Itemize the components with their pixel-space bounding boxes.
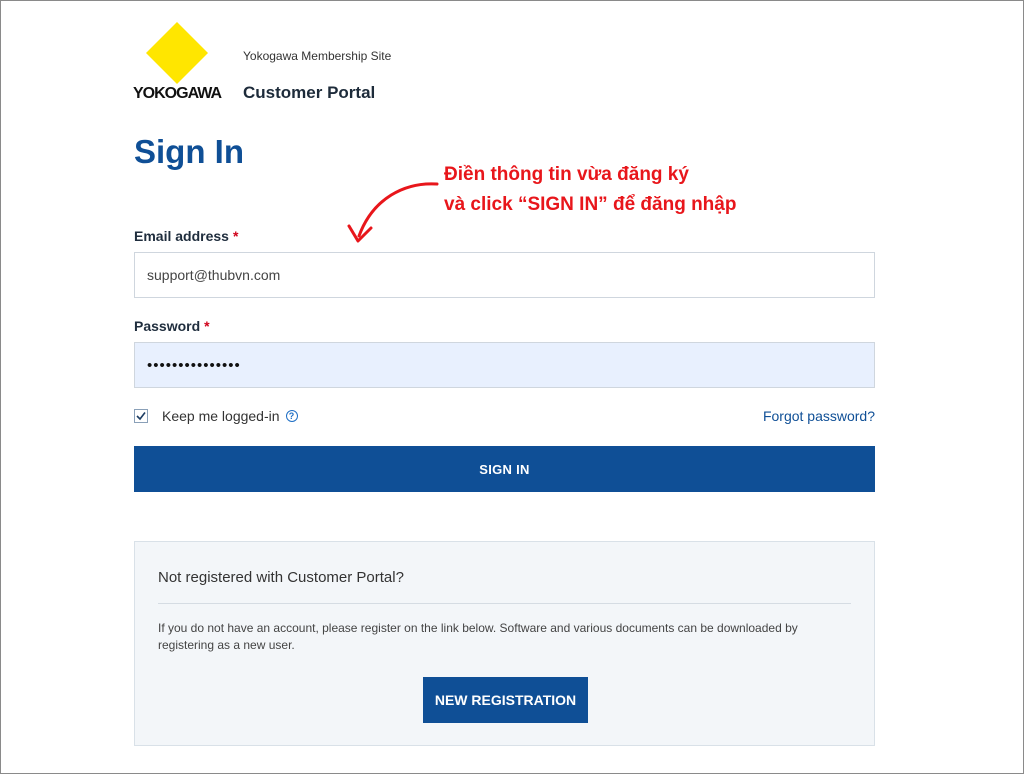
registration-title: Not registered with Customer Portal? [158, 569, 404, 586]
site-name: Yokogawa Membership Site [243, 49, 392, 63]
registration-text: If you do not have an account, please re… [158, 621, 798, 652]
password-label: Password * [134, 318, 210, 334]
email-field[interactable] [134, 252, 875, 298]
logo-wordmark: YOKOGAWA [133, 85, 222, 102]
annotation-note: Điền thông tin vừa đăng ký và click “SIG… [444, 160, 736, 220]
forgot-password-link[interactable]: Forgot password? [763, 408, 875, 424]
remember-label: Keep me logged-in [162, 408, 280, 424]
divider [158, 603, 851, 604]
sign-in-button[interactable]: SIGN IN [134, 446, 875, 492]
email-label-text: Email address [134, 228, 229, 244]
arrow-annotation-icon [347, 182, 439, 243]
required-mark: * [232, 228, 239, 244]
remember-me[interactable]: Keep me logged-in ? [134, 408, 298, 424]
portal-name: Customer Portal [243, 83, 376, 102]
annotation-line-2: và click “SIGN IN” để đăng nhập [444, 194, 737, 215]
info-icon[interactable]: ? [285, 410, 298, 422]
logo-diamond-icon [146, 22, 208, 84]
password-field[interactable] [134, 342, 875, 388]
password-label-text: Password [134, 318, 201, 334]
page-title: Sign In [134, 133, 244, 170]
registration-panel: Not registered with Customer Portal? If … [134, 541, 875, 746]
new-registration-button[interactable]: NEW REGISTRATION [423, 677, 588, 723]
yokogawa-logo[interactable]: YOKOGAWA [133, 22, 223, 102]
annotation-line-1: Điền thông tin vừa đăng ký [444, 164, 689, 185]
checkmark-icon [136, 412, 146, 421]
required-mark: * [204, 318, 210, 334]
remember-checkbox[interactable] [134, 409, 148, 423]
email-label: Email address * [134, 228, 238, 244]
